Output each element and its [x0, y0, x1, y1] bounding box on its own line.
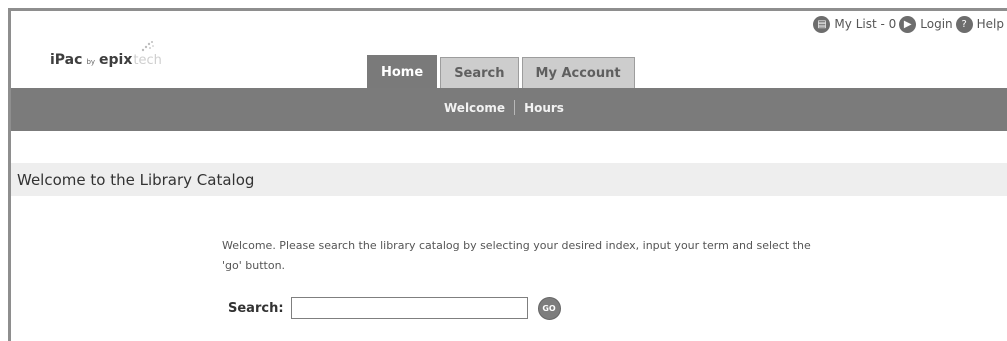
search-form: Search: GO — [228, 295, 561, 321]
page-title: Welcome to the Library Catalog — [17, 170, 255, 189]
login-link[interactable]: Login — [920, 17, 952, 31]
search-input[interactable] — [290, 297, 528, 319]
go-button[interactable]: GO — [537, 296, 561, 320]
tab-my-account[interactable]: My Account — [521, 57, 635, 88]
sub-navigation: Welcome Hours — [444, 100, 564, 115]
tab-home[interactable]: Home — [367, 55, 438, 88]
logo-product: iPac — [50, 52, 83, 68]
login-arrow-icon[interactable]: ▶ — [899, 15, 917, 33]
tab-search[interactable]: Search — [440, 57, 519, 88]
welcome-text: Welcome. Please search the library catal… — [222, 239, 811, 272]
my-list-link[interactable]: My List - 0 — [834, 17, 896, 31]
logo[interactable]: iPac by epix tech — [50, 52, 162, 68]
search-label: Search: — [228, 300, 284, 316]
list-icon[interactable]: ▤ — [813, 15, 831, 33]
help-question-icon[interactable]: ? — [955, 15, 973, 33]
main-tabs: Home Search My Account — [367, 55, 638, 88]
subnav-welcome[interactable]: Welcome — [444, 101, 505, 115]
utility-links: ▤ My List - 0 ▶ Login ? Help — [813, 14, 1007, 34]
subnav-hours[interactable]: Hours — [524, 101, 564, 115]
logo-brand: epix — [99, 52, 133, 68]
subnav-divider — [514, 100, 516, 115]
page-title-bar: Welcome to the Library Catalog — [11, 163, 1007, 196]
logo-brand-suffix: tech — [133, 53, 162, 68]
logo-by: by — [86, 58, 96, 66]
help-link[interactable]: Help — [977, 17, 1004, 31]
